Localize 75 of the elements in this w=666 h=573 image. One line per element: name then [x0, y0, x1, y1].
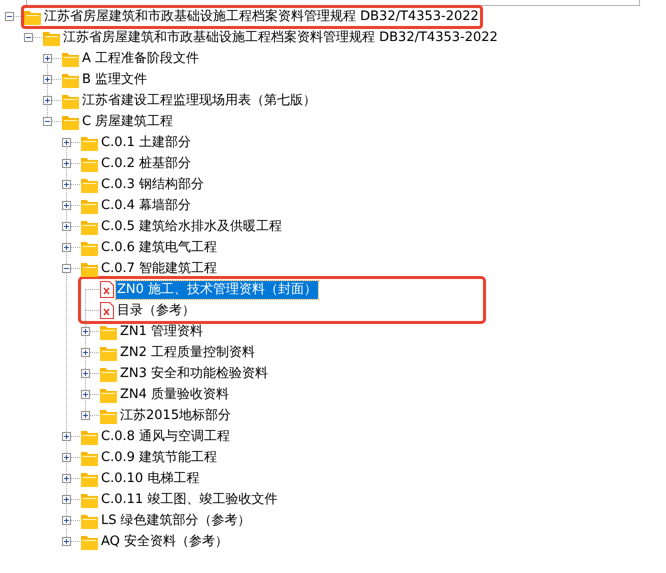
tree-item[interactable]: C.0.11 竣工图、竣工验收文件 [100, 490, 278, 508]
expand-toggle[interactable] [62, 432, 71, 441]
tree-item[interactable]: 目录（参考） [116, 302, 196, 320]
expand-toggle[interactable] [62, 537, 71, 546]
expand-toggle[interactable] [62, 138, 71, 147]
folder-icon [100, 408, 117, 424]
folder-icon [100, 366, 117, 382]
expand-toggle[interactable] [81, 327, 90, 336]
expand-toggle[interactable] [62, 159, 71, 168]
tree-item[interactable]: ZN0 施工、技术管理资料（封面） [116, 280, 318, 298]
folder-icon [81, 534, 98, 550]
folder-icon [81, 450, 98, 466]
tree-item[interactable]: C.0.2 桩基部分 [100, 154, 192, 172]
tree-item[interactable]: ZN1 管理资料 [119, 322, 204, 340]
folder-icon [81, 176, 98, 192]
tree-item[interactable]: ZN4 质量验收资料 [119, 386, 230, 404]
tree-item[interactable]: C.0.7 智能建筑工程 [100, 260, 218, 278]
expand-toggle[interactable] [81, 411, 90, 420]
tree-item[interactable]: C.0.6 建筑电气工程 [100, 238, 218, 256]
collapse-toggle[interactable] [43, 117, 52, 126]
tree-item[interactable]: C.0.5 建筑给水排水及供暖工程 [100, 218, 284, 236]
expand-toggle[interactable] [43, 75, 52, 84]
folder-icon [100, 344, 117, 360]
folder-icon [81, 156, 98, 172]
folder-icon [81, 240, 98, 256]
folder-icon [81, 428, 98, 444]
expand-toggle[interactable] [81, 369, 90, 378]
tree-item[interactable]: A 工程准备阶段文件 [81, 50, 200, 68]
folder-icon [81, 512, 98, 528]
tree-item[interactable]: B 监理文件 [81, 70, 148, 88]
expand-toggle[interactable] [43, 96, 52, 105]
folder-icon [81, 470, 98, 486]
tree-item[interactable]: C.0.10 电梯工程 [100, 470, 200, 488]
tree-item[interactable]: 江苏省建设工程监理现场用表（第七版） [81, 92, 317, 110]
tree-item[interactable]: C.0.3 钢结构部分 [100, 176, 206, 194]
tree-item[interactable]: C.0.1 土建部分 [100, 134, 192, 152]
tree-item[interactable]: C.0.4 幕墙部分 [100, 196, 192, 214]
tree-item[interactable]: 江苏2015地标部分 [119, 406, 232, 424]
expand-toggle[interactable] [62, 474, 71, 483]
tree-item[interactable]: C 房屋建筑工程 [81, 112, 174, 130]
collapse-toggle[interactable] [5, 12, 14, 21]
document-icon [100, 281, 114, 298]
open-folder-icon [43, 30, 60, 46]
folder-icon [62, 50, 79, 66]
expand-toggle[interactable] [62, 516, 71, 525]
tree-item[interactable]: 江苏省房屋建筑和市政基础设施工程档案资料管理规程 DB32/T4353-2022 [62, 28, 499, 46]
folder-icon [81, 134, 98, 150]
folder-icon [81, 198, 98, 214]
expand-toggle[interactable] [62, 243, 71, 252]
open-folder-icon [81, 260, 98, 276]
expand-toggle[interactable] [62, 222, 71, 231]
folder-icon [100, 386, 117, 402]
expand-toggle[interactable] [43, 54, 52, 63]
folder-icon [100, 324, 117, 340]
expand-toggle[interactable] [81, 348, 90, 357]
document-icon [100, 302, 114, 319]
tree-item[interactable]: C.0.8 通风与空调工程 [100, 428, 232, 446]
tree-item[interactable]: LS 绿色建筑部分（参考） [100, 512, 252, 530]
tree-item[interactable]: C.0.9 建筑节能工程 [100, 448, 218, 466]
tree-item[interactable]: ZN3 安全和功能检验资料 [119, 364, 270, 382]
tree-item[interactable]: ZN2 工程质量控制资料 [119, 344, 256, 362]
folder-icon [62, 92, 79, 108]
folder-icon [62, 72, 79, 88]
folder-icon [81, 492, 98, 508]
expand-toggle[interactable] [62, 453, 71, 462]
expand-toggle[interactable] [62, 201, 71, 210]
open-folder-icon [62, 114, 79, 130]
open-folder-icon [24, 8, 41, 24]
expand-toggle[interactable] [62, 495, 71, 504]
expand-toggle[interactable] [62, 180, 71, 189]
tree-item[interactable]: AQ 安全资料（参考） [100, 532, 230, 550]
collapse-toggle[interactable] [24, 33, 33, 42]
collapse-toggle[interactable] [62, 264, 71, 273]
folder-icon [81, 218, 98, 234]
expand-toggle[interactable] [81, 390, 90, 399]
